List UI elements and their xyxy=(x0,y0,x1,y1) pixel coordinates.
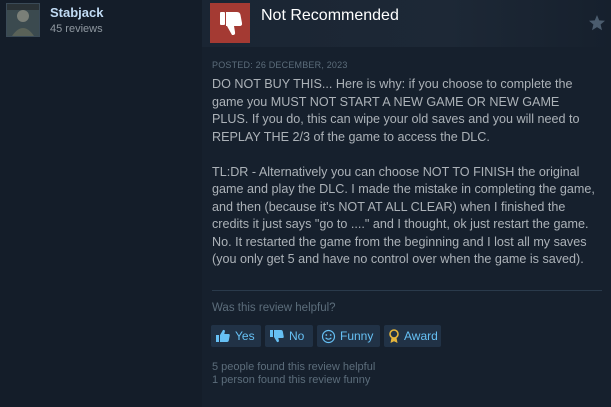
thumbs-down-icon xyxy=(220,12,243,35)
award-button[interactable]: Award xyxy=(384,325,441,347)
review-panel: Not Recommended POSTED: 26 DECEMBER, 202… xyxy=(202,0,611,407)
avatar-image xyxy=(7,4,39,36)
avatar[interactable] xyxy=(6,3,40,37)
verdict-badge xyxy=(210,3,250,43)
reviewer-review-count[interactable]: 45 reviews xyxy=(50,23,103,35)
helpful-question: Was this review helpful? xyxy=(212,302,336,314)
vote-no-button[interactable]: No xyxy=(265,325,313,347)
review-paragraph: TL:DR - Alternatively you can choose NOT… xyxy=(212,164,595,267)
review-header: Not Recommended xyxy=(202,0,611,47)
vote-yes-button[interactable]: Yes xyxy=(211,325,261,347)
thumbs-up-icon xyxy=(216,329,230,342)
reviewer-name[interactable]: Stabjack xyxy=(50,5,103,20)
vote-funny-button[interactable]: Funny xyxy=(317,325,380,347)
smiley-icon xyxy=(321,329,336,343)
vote-funny-label: Funny xyxy=(340,329,374,343)
star-icon[interactable] xyxy=(588,14,606,32)
review-paragraph: DO NOT BUY THIS... Here is why: if you c… xyxy=(212,77,580,144)
review-verdict[interactable]: Not Recommended xyxy=(261,7,399,25)
reviewer-panel: Stabjack 45 reviews xyxy=(0,0,202,407)
funny-count: 1 person found this review funny xyxy=(212,374,371,386)
thumbs-down-icon xyxy=(270,330,284,343)
divider xyxy=(212,290,602,291)
award-label: Award xyxy=(404,329,438,343)
posted-date: POSTED: 26 DECEMBER, 2023 xyxy=(212,60,348,70)
helpful-count: 5 people found this review helpful xyxy=(212,361,376,373)
vote-no-label: No xyxy=(289,329,305,343)
review-stats: 5 people found this review helpful 1 per… xyxy=(212,361,375,387)
review-body: DO NOT BUY THIS... Here is why: if you c… xyxy=(212,76,597,286)
award-ribbon-icon xyxy=(389,328,399,343)
vote-yes-label: Yes xyxy=(235,329,255,343)
